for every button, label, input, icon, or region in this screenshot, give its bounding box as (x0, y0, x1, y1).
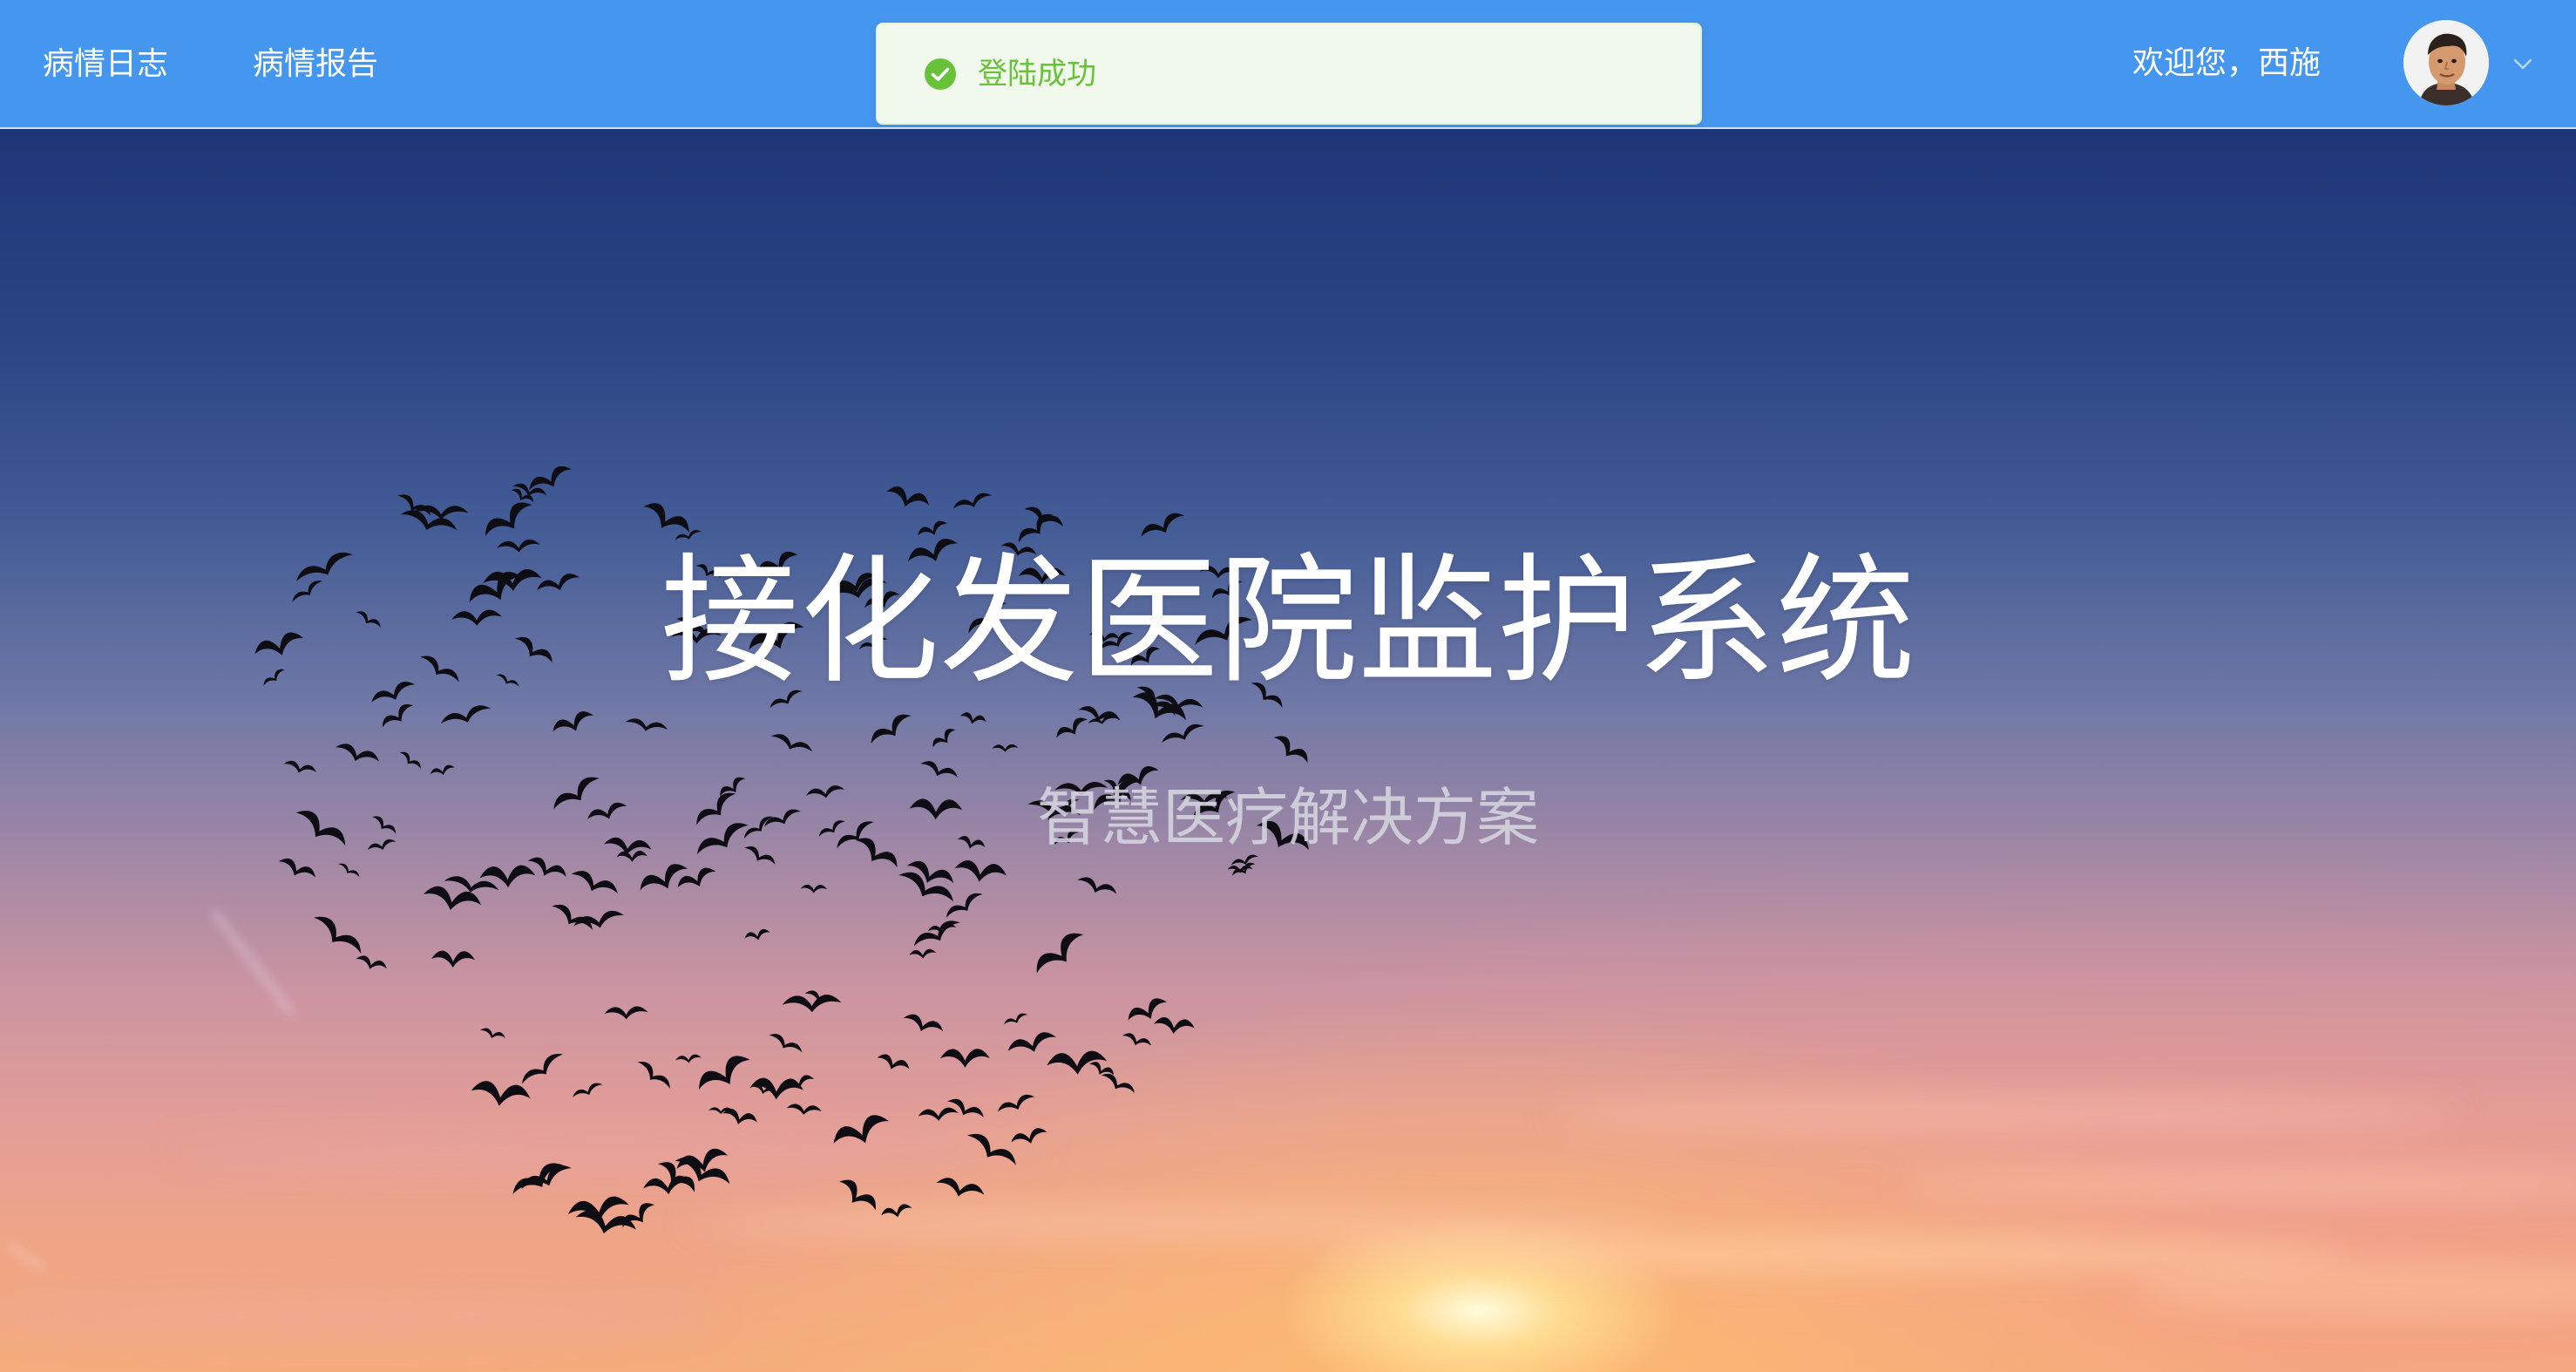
bird-silhouette (952, 492, 992, 509)
bird-silhouette (575, 1210, 636, 1234)
bird-silhouette (552, 711, 593, 732)
bird-silhouette (769, 1034, 803, 1053)
bird-silhouette (604, 1006, 648, 1020)
chevron-down-icon[interactable] (2512, 52, 2534, 75)
bird-silhouette (431, 950, 475, 968)
welcome-text: 欢迎您，西施 (2132, 44, 2322, 80)
contrail (212, 910, 294, 1015)
bird-silhouette (335, 744, 380, 762)
bird-silhouette (959, 712, 986, 724)
main-nav: 病情日志 病情报告 (43, 0, 378, 127)
bird-silhouette (913, 920, 960, 947)
bird-silhouette (1154, 1017, 1195, 1035)
bird-silhouette (440, 705, 491, 724)
bird-silhouette (283, 760, 317, 773)
bird-silhouette (573, 1083, 603, 1097)
bird-silhouette (521, 1054, 564, 1084)
bird-silhouette (356, 955, 387, 969)
bird-silhouette (643, 503, 689, 533)
bird-silhouette (903, 1014, 944, 1032)
hero-subtitle: 智慧医疗解决方案 (1036, 784, 1539, 853)
bird-silhouette (920, 761, 958, 778)
bird-silhouette (1007, 1032, 1056, 1052)
bird-silhouette (992, 744, 1019, 752)
success-toast: 登陆成功 (876, 23, 1702, 125)
bird-silhouette (399, 751, 421, 770)
bird-silhouette (338, 863, 360, 878)
bird-silhouette (936, 1178, 985, 1197)
bird-silhouette (485, 502, 532, 536)
bird-silhouette (1019, 513, 1054, 543)
bird-silhouette (699, 1056, 750, 1090)
bird-silhouette (770, 734, 813, 752)
bird-silhouette (430, 764, 455, 776)
bird-silhouette (471, 1081, 531, 1106)
bird-silhouette (314, 916, 362, 954)
bird-silhouette (932, 729, 956, 748)
bird-silhouette (782, 995, 842, 1013)
bird-silhouette (940, 1049, 990, 1068)
bird-silhouette (1122, 1033, 1152, 1046)
toast-message: 登陆成功 (978, 58, 1096, 91)
bird-silhouette (1078, 706, 1121, 722)
hero-banner (0, 129, 2576, 1372)
user-avatar[interactable] (2403, 20, 2489, 105)
bird-silhouette (877, 1054, 910, 1070)
bird-silhouette (1273, 736, 1308, 764)
bird-silhouette (1141, 513, 1184, 537)
bird-silhouette (744, 928, 770, 941)
bird-silhouette (1162, 723, 1204, 744)
bird-silhouette (839, 1179, 876, 1211)
bird-silhouette (918, 1107, 959, 1121)
bird-silhouette (749, 1077, 803, 1100)
check-circle-icon (924, 58, 957, 91)
bird-silhouette (1036, 933, 1084, 974)
bird-silhouette (278, 858, 316, 878)
bird-silhouette (1056, 717, 1088, 738)
nav-item-condition-log[interactable]: 病情日志 (43, 46, 168, 81)
bird-silhouette (786, 1104, 822, 1115)
bird-silhouette (1101, 1073, 1135, 1094)
bird-silhouette (800, 884, 827, 893)
bird-silhouette (871, 714, 912, 744)
bird-silhouette (997, 1094, 1035, 1112)
bird-silhouette (1004, 1013, 1028, 1025)
bird-silhouette (637, 1062, 670, 1089)
bird-silhouette (382, 703, 414, 728)
bird-silhouette (527, 857, 566, 877)
bird-silhouette (909, 948, 937, 959)
bird-silhouette (886, 486, 929, 507)
user-avatar-icon (2403, 20, 2489, 105)
bird-silhouette (954, 860, 1007, 882)
hero-background-art (0, 465, 2576, 1337)
bird-silhouette (571, 871, 618, 893)
bird-silhouette (625, 718, 668, 731)
contrail (7, 1243, 45, 1271)
cloud-streaks (0, 1095, 2576, 1337)
bird-silhouette (479, 1028, 506, 1039)
bird-silhouette (1077, 877, 1117, 894)
bird-silhouette (918, 520, 948, 536)
nav-item-condition-report[interactable]: 病情报告 (253, 46, 378, 81)
bird-silhouette (675, 1054, 702, 1063)
hero-title: 接化发医院监护系统 (660, 543, 1915, 699)
